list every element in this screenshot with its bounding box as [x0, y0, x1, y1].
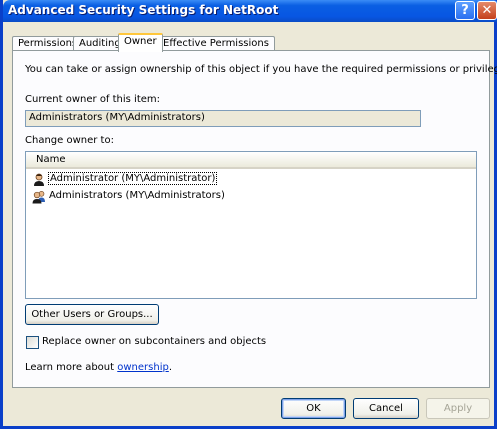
learn-more-text: Learn more about ownership. [25, 362, 172, 373]
other-users-or-groups-button[interactable]: Other Users or Groups... [25, 304, 159, 325]
column-header-name[interactable]: Name [36, 154, 66, 165]
window-title: Advanced Security Settings for NetRoot [8, 3, 279, 17]
close-button[interactable]: ✕ [477, 1, 497, 20]
current-owner-field: Administrators (MY\Administrators) [25, 110, 421, 127]
owner-intro-text: You can take or assign ownership of this… [25, 64, 497, 75]
learn-more-suffix: . [168, 362, 173, 373]
apply-button[interactable]: Apply [426, 398, 490, 419]
ownership-link[interactable]: ownership [117, 362, 169, 373]
list-header: Name [26, 152, 476, 169]
ok-button-label: OK [306, 403, 321, 414]
cancel-button[interactable]: Cancel [353, 398, 419, 419]
replace-owner-checkbox[interactable] [26, 336, 39, 349]
list-item-label: Administrator (MY\Administrator) [48, 172, 218, 185]
title-bar[interactable]: Advanced Security Settings for NetRoot ?… [3, 0, 497, 22]
current-owner-label: Current owner of this item: [25, 94, 161, 105]
user-icon [34, 173, 44, 186]
tab-effective-permissions[interactable]: Effective Permissions [157, 36, 275, 51]
list-item-label: Administrators (MY\Administrators) [49, 190, 225, 201]
current-owner-value: Administrators (MY\Administrators) [29, 112, 205, 123]
help-icon: ? [461, 3, 469, 18]
close-icon: ✕ [481, 3, 493, 18]
owner-candidates-list[interactable]: Name Administrator (MY\Administrator) Ad… [25, 151, 477, 299]
ok-button[interactable]: OK [281, 398, 346, 419]
change-owner-label: Change owner to: [25, 135, 114, 146]
cancel-button-label: Cancel [369, 403, 403, 414]
help-button[interactable]: ? [455, 1, 475, 20]
replace-owner-label[interactable]: Replace owner on subcontainers and objec… [42, 336, 266, 347]
apply-button-label: Apply [443, 403, 473, 414]
learn-more-prefix: Learn more about [25, 362, 118, 373]
group-icon [32, 190, 45, 204]
advanced-security-dialog: Advanced Security Settings for NetRoot ?… [0, 0, 497, 429]
tab-owner[interactable]: Owner [118, 33, 163, 52]
other-users-button-label: Other Users or Groups... [31, 309, 153, 320]
